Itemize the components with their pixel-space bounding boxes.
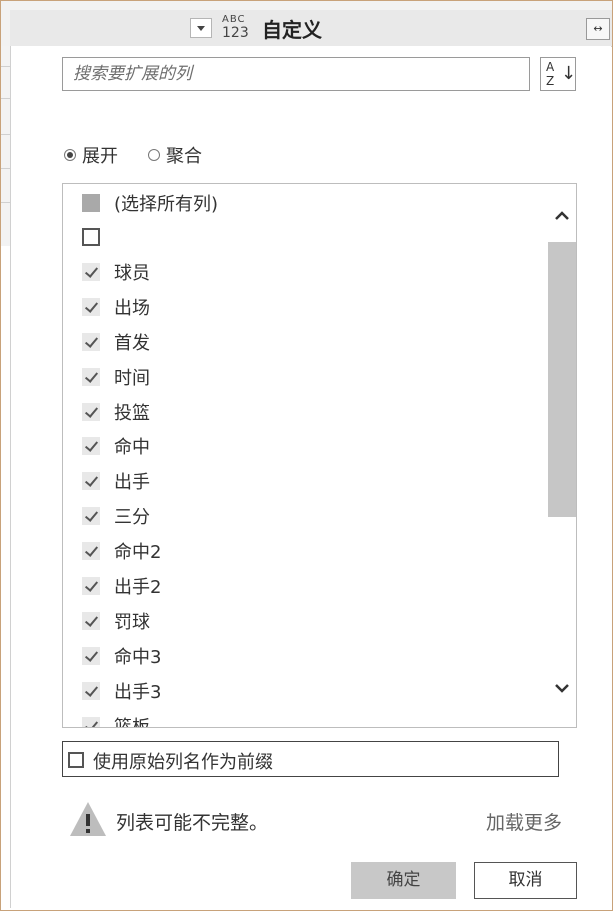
window-frame [0, 0, 613, 911]
